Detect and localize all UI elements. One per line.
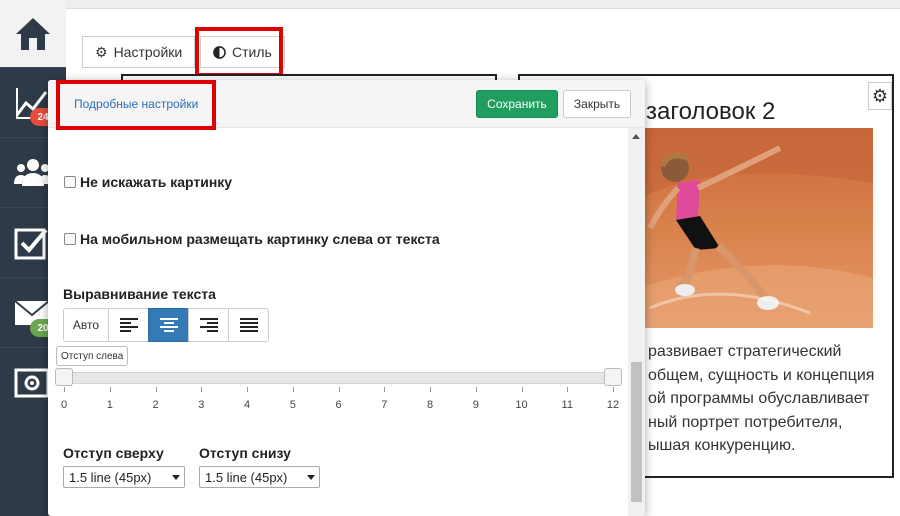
users-icon xyxy=(14,158,52,186)
tab-settings[interactable]: ⚙ Настройки xyxy=(82,36,196,68)
align-justify-button[interactable] xyxy=(228,308,269,342)
paragraph-line: ышая конкуренцию. xyxy=(648,437,796,454)
slider-handle-min[interactable] xyxy=(55,368,73,386)
highlight-style-tab xyxy=(195,27,283,77)
home-icon xyxy=(16,17,50,50)
text-align-label: Выравнивание текста xyxy=(63,286,216,302)
slider-tick-label: 4 xyxy=(243,399,251,411)
no-distort-label: Не искажать картинку xyxy=(80,174,233,190)
margin-top-label: Отступ сверху xyxy=(63,445,164,461)
align-left-button[interactable] xyxy=(108,308,149,342)
no-distort-option[interactable]: Не искажать картинку xyxy=(64,174,232,190)
slider-tick-label: 0 xyxy=(60,399,68,411)
highlight-advanced-link xyxy=(56,80,216,130)
align-center-button[interactable] xyxy=(148,308,189,342)
block-photo xyxy=(640,128,873,328)
slider-tick-label: 6 xyxy=(335,399,342,411)
paragraph-line: общем, сущность и концепция xyxy=(648,366,875,384)
checkbox-icon xyxy=(14,228,48,259)
slider-tick xyxy=(201,387,203,392)
mobile-image-left-option[interactable]: На мобильном размещать картинку слева от… xyxy=(64,231,440,247)
scrollbar-thumb[interactable] xyxy=(631,362,642,502)
slider-tick xyxy=(567,387,569,392)
slider-tick-label: 5 xyxy=(289,399,296,411)
slider-tick xyxy=(430,387,431,392)
slider-tick-label: 7 xyxy=(381,399,388,411)
slider-tick-label: 2 xyxy=(152,399,159,411)
align-right-button[interactable] xyxy=(188,308,229,342)
settings-box-icon xyxy=(14,368,50,397)
chevron-down-icon xyxy=(307,475,315,480)
sidebar-item-home[interactable] xyxy=(0,0,66,67)
slider-tick-label: 3 xyxy=(198,399,205,411)
slider-tick xyxy=(475,387,477,392)
slider-tick xyxy=(64,387,65,392)
block-settings-button[interactable]: ⚙ xyxy=(868,82,892,110)
slider-tick-label: 9 xyxy=(472,399,479,411)
indent-left-slider[interactable] xyxy=(63,372,614,384)
margin-top-select[interactable]: 1.5 line (45px) xyxy=(63,466,185,488)
slider-tick xyxy=(521,387,523,392)
page-top-divider xyxy=(66,8,900,9)
close-button[interactable]: Закрыть xyxy=(563,90,631,118)
slider-tick-label: 1 xyxy=(106,399,113,411)
mobile-image-left-checkbox[interactable] xyxy=(64,233,76,245)
block-paragraph: развивает стратегический общем, сущность… xyxy=(648,340,880,458)
margin-top-value: 1.5 line (45px) xyxy=(69,469,152,485)
no-distort-checkbox[interactable] xyxy=(64,176,76,188)
margin-bottom-label: Отступ снизу xyxy=(199,445,291,461)
mobile-image-left-label: На мобильном размещать картинку слева от… xyxy=(80,231,440,247)
slider-tick-label: 11 xyxy=(561,399,573,411)
page-top-bar xyxy=(66,0,900,8)
paragraph-line: ой программы обуславливает xyxy=(648,390,870,407)
align-auto-button[interactable]: Авто xyxy=(63,308,109,342)
margin-bottom-select[interactable]: 1.5 line (45px) xyxy=(199,466,320,488)
slider-handle-max[interactable] xyxy=(604,368,622,386)
paragraph-line: развивает стратегический xyxy=(648,343,842,360)
slider-tick xyxy=(247,387,248,392)
slider-tick xyxy=(292,387,294,392)
align-justify-icon xyxy=(239,318,258,332)
block-heading: заголовок 2 xyxy=(646,98,776,125)
save-button[interactable]: Сохранить xyxy=(476,90,558,118)
slider-tick-label: 12 xyxy=(606,399,620,411)
slider-tick xyxy=(384,387,386,392)
align-center-icon xyxy=(159,318,178,332)
chevron-down-icon xyxy=(172,475,180,480)
slider-tick-label: 8 xyxy=(426,399,434,411)
slider-tick xyxy=(338,387,340,392)
text-align-group: Авто xyxy=(63,308,269,342)
indent-left-tooltip: Отступ слева xyxy=(56,346,129,366)
slider-tick xyxy=(109,387,111,392)
paragraph-line: ный портрет потребителя, xyxy=(648,413,843,431)
align-right-icon xyxy=(199,318,218,332)
slider-tick xyxy=(155,387,157,392)
scroll-up-icon[interactable] xyxy=(632,134,640,139)
slider-tick xyxy=(613,387,614,392)
margin-bottom-value: 1.5 line (45px) xyxy=(205,469,288,485)
tab-settings-label: Настройки xyxy=(113,44,183,60)
gear-icon: ⚙ xyxy=(871,85,889,106)
style-settings-panel: Подробные настройки Сохранить Закрыть Не… xyxy=(48,80,645,516)
gear-icon: ⚙ xyxy=(95,43,108,60)
align-left-icon xyxy=(119,318,138,332)
slider-tick-label: 10 xyxy=(515,399,528,411)
